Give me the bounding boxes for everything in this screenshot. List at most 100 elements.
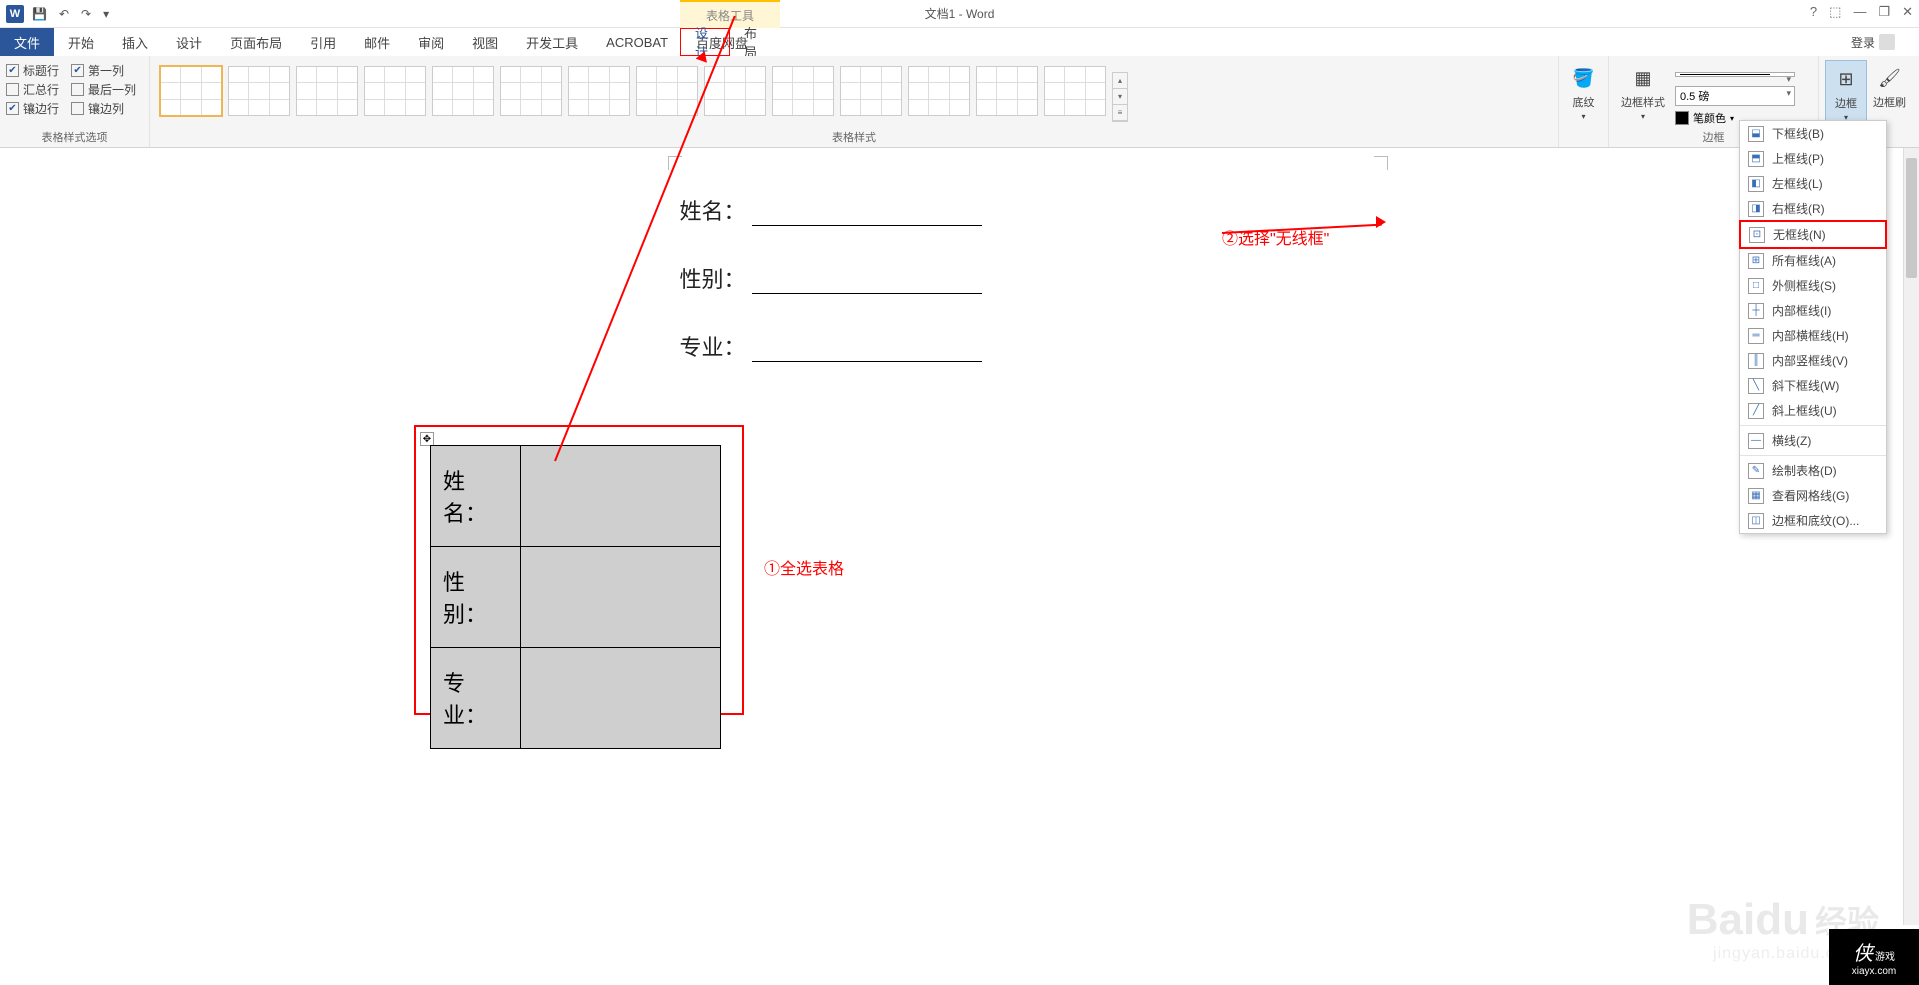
tab-page-layout[interactable]: 页面布局 [216, 28, 296, 56]
pencil-icon: ✎ [1748, 463, 1764, 479]
tab-view[interactable]: 视图 [458, 28, 512, 56]
borders-dropdown: ⬓下框线(B) ⬒上框线(P) ◧左框线(L) ◨右框线(R) ⊡无框线(N) … [1739, 120, 1887, 534]
tab-review[interactable]: 审阅 [404, 28, 458, 56]
table-style-thumb[interactable] [1044, 66, 1106, 116]
diag-up-icon: ╱ [1748, 403, 1764, 419]
border-inside-icon: ┼ [1748, 303, 1764, 319]
tab-acrobat[interactable]: ACROBAT [592, 28, 682, 56]
tab-design[interactable]: 设计 [162, 28, 216, 56]
table-style-thumb[interactable] [840, 66, 902, 116]
table-cell[interactable] [521, 547, 721, 648]
chk-header-row[interactable]: ✔标题行 [6, 62, 59, 79]
tab-developer[interactable]: 开发工具 [512, 28, 592, 56]
close-icon[interactable]: ✕ [1902, 4, 1913, 20]
border-none-icon: ⊡ [1749, 227, 1765, 243]
table-style-thumb[interactable] [772, 66, 834, 116]
tab-table-layout[interactable]: 布局 [730, 28, 780, 56]
chk-first-col[interactable]: ✔第一列 [71, 62, 124, 79]
restore-icon[interactable]: ❐ [1878, 4, 1890, 20]
border-inside-h-icon: ═ [1748, 328, 1764, 344]
dd-border-diag-down[interactable]: ╲斜下框线(W) [1740, 373, 1886, 398]
redo-icon[interactable]: ↷ [77, 5, 95, 23]
save-icon[interactable]: 💾 [28, 5, 51, 23]
dd-border-inside-v[interactable]: ║内部竖框线(V) [1740, 348, 1886, 373]
table-style-thumb[interactable] [976, 66, 1038, 116]
table-cell[interactable] [521, 446, 721, 547]
field-name: 姓名： [680, 194, 746, 226]
tab-file[interactable]: 文件 [0, 28, 54, 56]
minimize-icon[interactable]: — [1853, 4, 1866, 20]
login-link[interactable]: 登录 [1851, 34, 1895, 51]
chk-banded-col[interactable]: 镶边列 [71, 100, 124, 117]
table-style-thumb[interactable] [364, 66, 426, 116]
table-style-thumb[interactable] [500, 66, 562, 116]
dd-border-outside[interactable]: □外侧框线(S) [1740, 273, 1886, 298]
border-painter-button[interactable]: 🖌 边框刷 [1867, 60, 1912, 127]
border-right-icon: ◨ [1748, 201, 1764, 217]
dd-border-none[interactable]: ⊡无框线(N) [1739, 220, 1887, 249]
group-style-options: 表格样式选项 [0, 129, 149, 145]
line-weight-select[interactable]: 0.5 磅 [1675, 86, 1795, 106]
tab-mail[interactable]: 邮件 [350, 28, 404, 56]
selected-table[interactable]: 姓名： 性别： 专业： [430, 445, 721, 749]
borders-button[interactable]: ⊞ 边框▾ [1825, 60, 1867, 127]
table-style-thumb[interactable] [568, 66, 630, 116]
dd-border-bottom[interactable]: ⬓下框线(B) [1740, 121, 1886, 146]
border-style-icon: ▦ [1629, 64, 1657, 92]
tab-home[interactable]: 开始 [54, 28, 108, 56]
undo-icon[interactable]: ↶ [55, 5, 73, 23]
dd-draw-table[interactable]: ✎绘制表格(D) [1740, 458, 1886, 483]
table-style-thumb[interactable] [636, 66, 698, 116]
dd-horizontal-line[interactable]: —横线(Z) [1740, 428, 1886, 453]
border-left-icon: ◧ [1748, 176, 1764, 192]
border-inside-v-icon: ║ [1748, 353, 1764, 369]
dd-border-inside[interactable]: ┼内部框线(I) [1740, 298, 1886, 323]
table-move-handle[interactable]: ✥ [420, 432, 434, 446]
underline [752, 204, 982, 226]
dd-border-right[interactable]: ◨右框线(R) [1740, 196, 1886, 221]
border-styles-button[interactable]: ▦ 边框样式▾ [1615, 60, 1671, 128]
dd-view-gridlines[interactable]: ▦查看网格线(G) [1740, 483, 1886, 508]
table-style-thumb[interactable] [228, 66, 290, 116]
tab-references[interactable]: 引用 [296, 28, 350, 56]
document-canvas[interactable]: 姓名： 性别： 专业： [0, 148, 1919, 985]
line-style-select[interactable] [1675, 72, 1795, 77]
dd-border-all[interactable]: ⊞所有框线(A) [1740, 248, 1886, 273]
table-style-thumb[interactable] [160, 66, 222, 116]
dd-border-inside-h[interactable]: ═内部横框线(H) [1740, 323, 1886, 348]
table-cell[interactable] [521, 648, 721, 749]
dd-border-diag-up[interactable]: ╱斜上框线(U) [1740, 398, 1886, 423]
annotation-step1: ①全选表格 [764, 555, 844, 579]
field-gender: 性别： [680, 262, 746, 294]
vertical-scrollbar[interactable] [1903, 148, 1919, 925]
login-label: 登录 [1851, 34, 1875, 51]
dd-borders-dialog[interactable]: ◫边框和底纹(O)... [1740, 508, 1886, 533]
dd-border-top[interactable]: ⬒上框线(P) [1740, 146, 1886, 171]
chk-last-col[interactable]: 最后一列 [71, 81, 136, 98]
qat-more-icon[interactable]: ▾ [99, 5, 113, 23]
help-icon[interactable]: ? [1810, 4, 1817, 20]
table-style-thumb[interactable] [296, 66, 358, 116]
arrow-head-icon [1376, 216, 1386, 228]
dd-border-left[interactable]: ◧左框线(L) [1740, 171, 1886, 196]
word-logo: W [6, 5, 24, 23]
table-cell[interactable]: 性别： [431, 547, 521, 648]
scrollbar-thumb[interactable] [1906, 158, 1917, 278]
table-style-thumb[interactable] [908, 66, 970, 116]
hline-icon: — [1748, 433, 1764, 449]
gallery-scroll[interactable]: ▴▾≡ [1112, 72, 1128, 122]
shading-button[interactable]: 🪣 底纹▾ [1565, 60, 1602, 125]
diag-down-icon: ╲ [1748, 378, 1764, 394]
tab-insert[interactable]: 插入 [108, 28, 162, 56]
table-style-thumb[interactable] [432, 66, 494, 116]
table-cell[interactable]: 姓名： [431, 446, 521, 547]
chk-total-row[interactable]: 汇总行 [6, 81, 59, 98]
ribbon-toggle-icon[interactable]: ⬚ [1829, 4, 1841, 20]
chk-banded-row[interactable]: ✔镶边行 [6, 100, 59, 117]
user-avatar-icon [1879, 34, 1895, 50]
table-cell[interactable]: 专业： [431, 648, 521, 749]
underline [752, 340, 982, 362]
pen-color-icon [1675, 111, 1689, 125]
table-style-thumb[interactable] [704, 66, 766, 116]
border-all-icon: ⊞ [1748, 253, 1764, 269]
